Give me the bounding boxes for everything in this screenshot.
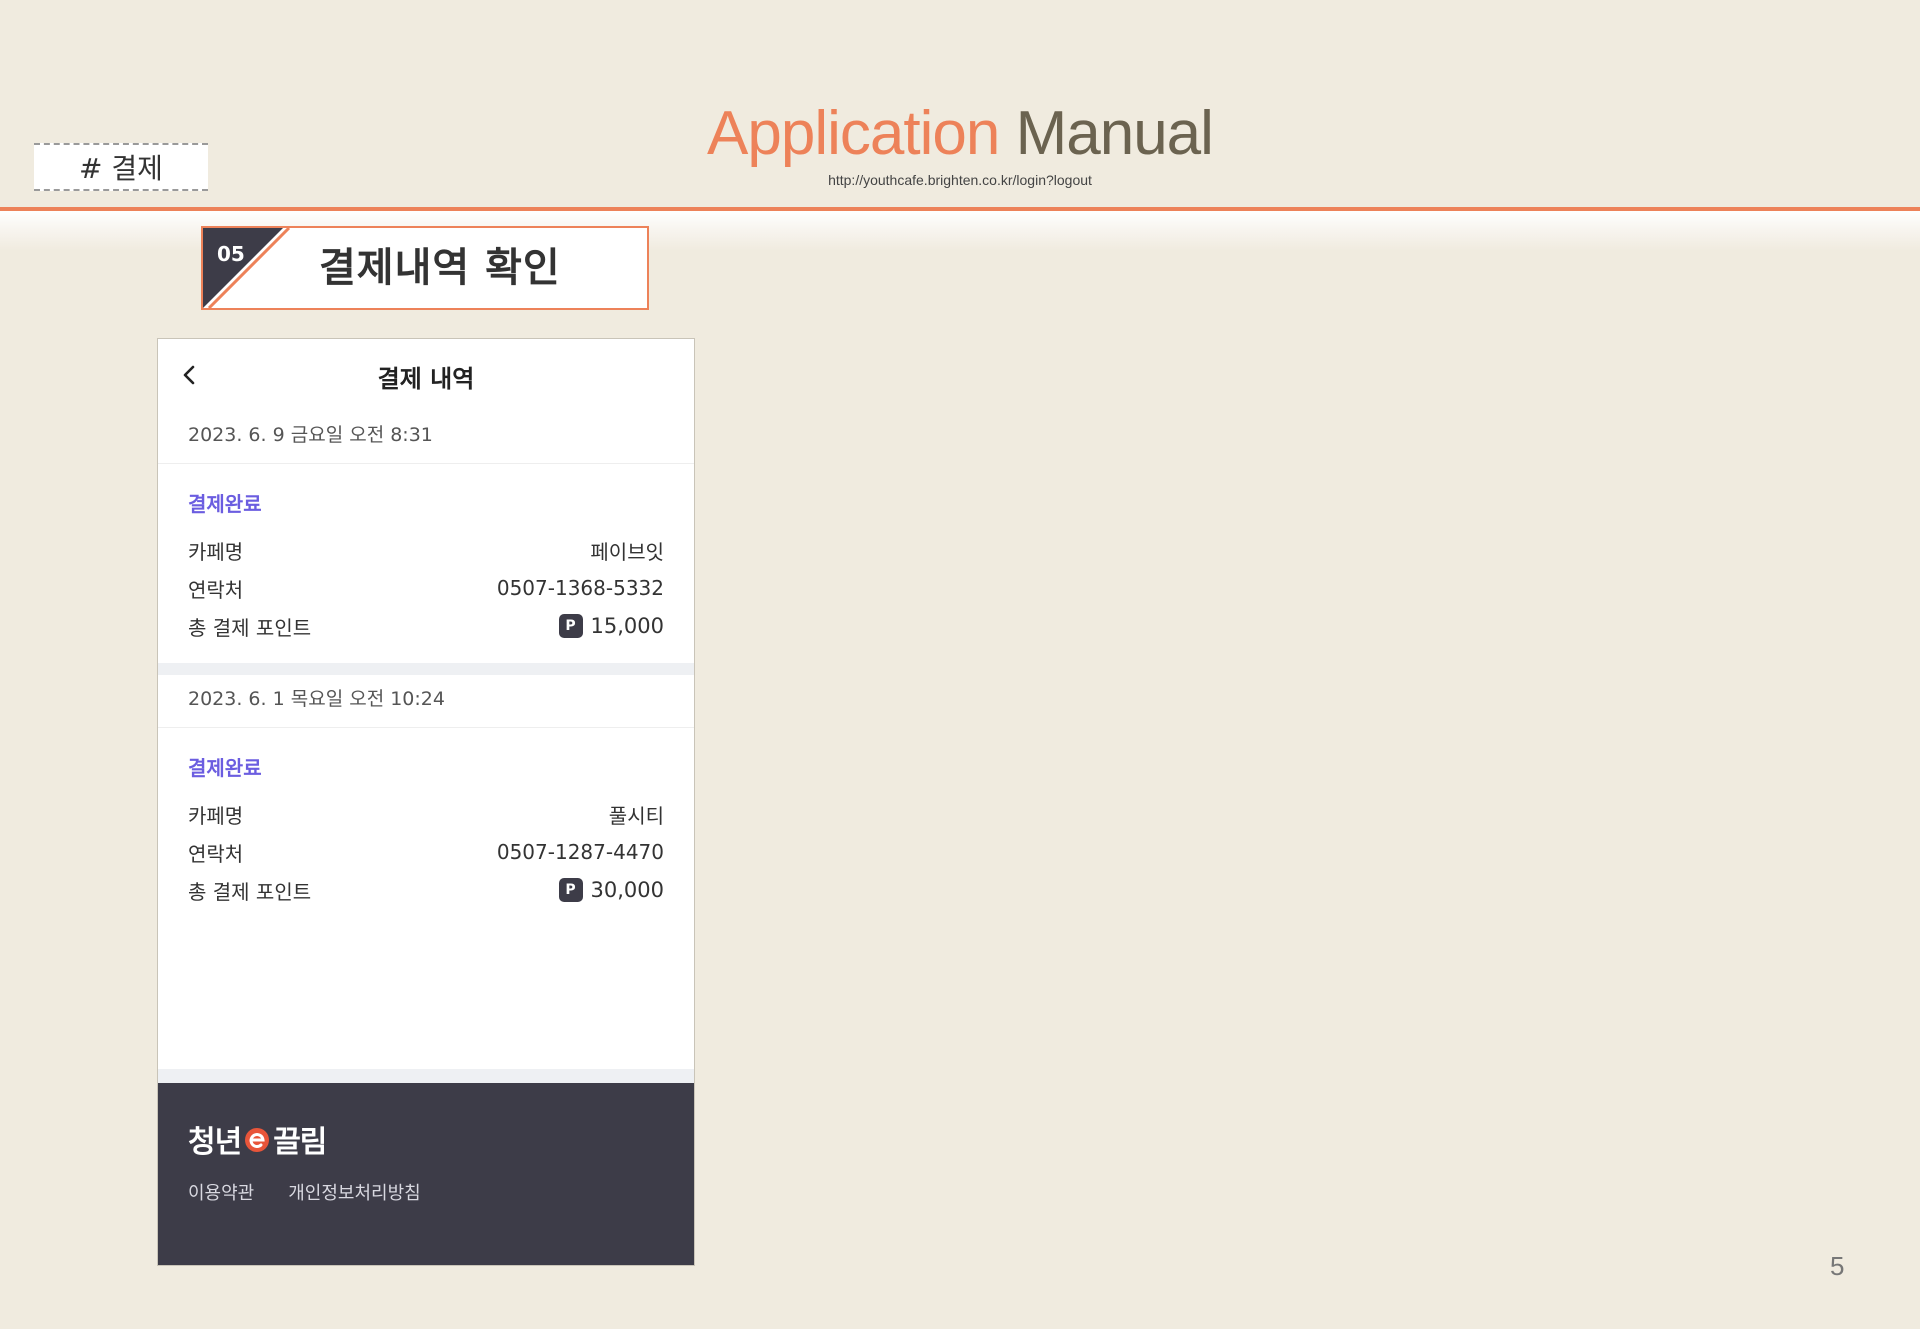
title-part-manual: Manual [1015, 99, 1214, 168]
payment-date: 2023. 6. 1 목요일 오전 10:24 [158, 675, 694, 728]
payment-status: 결제완료 [188, 756, 262, 780]
footer-links: 이용약관 개인정보처리방침 [188, 1179, 421, 1205]
points-value: 30,000 [590, 878, 664, 902]
cafe-label: 카페명 [188, 539, 244, 564]
contact-value: 0507-1287-4470 [496, 840, 664, 864]
logo-text-right: 끌림 [273, 1125, 327, 1160]
cafe-value: 페이브잇 [590, 539, 664, 564]
cafe-label: 카페명 [188, 803, 244, 828]
page-header: Application Manual http://youthcafe.brig… [0, 98, 1920, 188]
section-divider [158, 663, 694, 675]
header-url: http://youthcafe.brighten.co.kr/login?lo… [828, 172, 1092, 188]
point-badge-icon: P [558, 614, 583, 638]
phone-screen: 결제 내역 2023. 6. 9 금요일 오전 8:31 결제완료 카페명 페이… [157, 338, 695, 1266]
step-title: 결제내역 확인 [319, 245, 561, 291]
payment-details: 결제완료 카페명 풀시티 연락처 0507-1287-4470 총 결제 포인트… [158, 728, 694, 927]
point-badge-icon: P [558, 878, 583, 902]
page-number: 5 [1830, 1251, 1845, 1281]
phone-footer: 청년 끌림 이용약관 개인정보처리방침 [158, 1069, 694, 1265]
step-number: 05 [217, 242, 245, 266]
payment-details: 결제완료 카페명 페이브잇 연락처 0507-1368-5332 총 결제 포인… [158, 464, 694, 663]
cafe-value: 풀시티 [608, 803, 664, 828]
points-label: 총 결제 포인트 [188, 615, 312, 640]
page-title: Application Manual [0, 98, 1920, 170]
footer-top-strip [158, 1069, 694, 1083]
points-amount: P 15,000 [558, 614, 664, 638]
points-row: 총 결제 포인트 P 30,000 [188, 871, 664, 909]
points-value: 15,000 [590, 614, 664, 638]
phone-title: 결제 내역 [377, 365, 475, 393]
points-row: 총 결제 포인트 P 15,000 [188, 607, 664, 645]
payment-card: 2023. 6. 9 금요일 오전 8:31 결제완료 카페명 페이브잇 연락처… [158, 411, 694, 663]
contact-label: 연락처 [188, 841, 244, 866]
payment-status: 결제완료 [188, 492, 262, 516]
logo-mark-icon [245, 1128, 270, 1152]
terms-link[interactable]: 이용약관 [188, 1179, 254, 1205]
logo-text-left: 청년 [188, 1125, 242, 1160]
cafe-row: 카페명 페이브잇 [188, 531, 664, 569]
privacy-policy-link[interactable]: 개인정보처리방침 [288, 1179, 420, 1205]
contact-label: 연락처 [188, 577, 244, 602]
points-label: 총 결제 포인트 [188, 879, 312, 904]
points-amount: P 30,000 [558, 878, 664, 902]
phone-header: 결제 내역 [158, 339, 694, 411]
contact-row: 연락처 0507-1287-4470 [188, 833, 664, 871]
payment-card: 2023. 6. 1 목요일 오전 10:24 결제완료 카페명 풀시티 연락처… [158, 675, 694, 927]
cafe-row: 카페명 풀시티 [188, 795, 664, 833]
step-heading: 05 결제내역 확인 [201, 226, 649, 310]
contact-row: 연락처 0507-1368-5332 [188, 569, 664, 607]
payment-date: 2023. 6. 9 금요일 오전 8:31 [158, 411, 694, 464]
brand-logo: 청년 끌림 [188, 1117, 327, 1161]
title-part-application: Application [707, 99, 1000, 168]
contact-value: 0507-1368-5332 [496, 576, 664, 600]
step-corner-icon [203, 228, 291, 308]
